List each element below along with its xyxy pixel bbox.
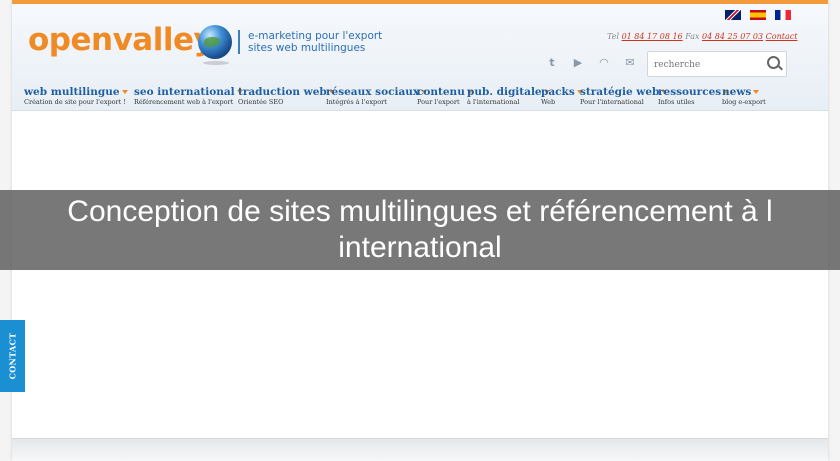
- nav-subtitle: Orientée SEO: [238, 98, 284, 106]
- flag-fr-icon[interactable]: [775, 10, 791, 20]
- social-icons: t ▶ ◠ ✉: [545, 57, 637, 69]
- twitter-icon[interactable]: t: [545, 57, 559, 69]
- search-box: [647, 51, 787, 77]
- nav-subtitle: Création de site pour l'export !: [24, 98, 126, 106]
- tagline: e-marketing pour l'export sites web mult…: [238, 30, 382, 54]
- nav-subtitle: Web: [541, 98, 556, 106]
- chevron-down-icon: [753, 90, 760, 94]
- contact-tab-label: CONTACT: [7, 332, 18, 380]
- nav-subtitle: Référencement web à l'export: [134, 98, 234, 106]
- nav-title: pub. digitale: [467, 86, 542, 98]
- nav-title: ressources: [658, 86, 722, 98]
- nav-item-contenu[interactable]: contenu Pour l'export: [417, 86, 473, 106]
- footer-bar: [12, 438, 828, 461]
- rss-icon[interactable]: ◠: [597, 57, 611, 69]
- chevron-down-icon: [121, 90, 128, 94]
- nav-title: news: [722, 86, 752, 98]
- banner-title: Conception de sites multilingues et réfé…: [67, 195, 773, 264]
- globe-shadow: [203, 61, 229, 65]
- nav-item-packs[interactable]: packs Web: [541, 86, 583, 106]
- nav-subtitle: blog e-export: [722, 98, 766, 106]
- youtube-icon[interactable]: ▶: [571, 57, 585, 69]
- nav-item-traduction-web[interactable]: traduction web Orientée SEO: [238, 86, 335, 106]
- nav-subtitle: à l'international: [467, 98, 520, 106]
- tel-label: Tel: [607, 32, 620, 41]
- contact-info: Tel 01 84 17 08 16 Fax 04 84 25 07 03 Co…: [607, 32, 797, 41]
- flag-uk-icon[interactable]: [725, 10, 741, 20]
- nav-title: web multilingue: [24, 86, 120, 98]
- tagline-line2: sites web multilingues: [248, 42, 366, 54]
- contact-link[interactable]: Contact: [766, 32, 798, 41]
- nav-item-web-multilingue[interactable]: web multilingue Création de site pour l'…: [24, 86, 128, 106]
- nav-subtitle: Pour l'export: [417, 98, 460, 106]
- flag-es-icon[interactable]: [750, 10, 766, 20]
- fax-number[interactable]: 04 84 25 07 03: [702, 32, 763, 41]
- nav-subtitle: Pour l'international: [580, 98, 644, 106]
- language-flags: [725, 10, 791, 20]
- site-logo[interactable]: openvalley: [28, 22, 214, 58]
- tagline-line1: e-marketing pour l'export: [248, 30, 383, 42]
- nav-item-strategie-web[interactable]: stratégie web Pour l'international: [580, 86, 668, 106]
- title-banner: Conception de sites multilingues et réfé…: [0, 190, 840, 270]
- search-input[interactable]: [648, 54, 770, 76]
- nav-item-pub-digitale[interactable]: pub. digitale à l'international: [467, 86, 550, 106]
- nav-title: réseaux sociaux: [326, 86, 420, 98]
- nav-title: traduction web: [238, 86, 327, 98]
- nav-item-ressources[interactable]: ressources Infos utiles: [658, 86, 730, 106]
- nav-item-news[interactable]: news blog e-export: [722, 86, 766, 106]
- nav-title: seo international: [134, 86, 235, 98]
- contact-tab[interactable]: CONTACT: [0, 320, 25, 392]
- nav-subtitle: Intégrés à l'export: [326, 98, 387, 106]
- nav-item-reseaux-sociaux[interactable]: réseaux sociaux Intégrés à l'export: [326, 86, 428, 106]
- nav-subtitle: Infos utiles: [658, 98, 695, 106]
- tel-number[interactable]: 01 84 17 08 16: [622, 32, 683, 41]
- fax-label: Fax: [685, 32, 700, 41]
- nav-title: packs: [541, 86, 575, 98]
- nav-title: contenu: [417, 86, 465, 98]
- nav-item-seo-international[interactable]: seo international Référencement web à l'…: [134, 86, 243, 106]
- search-icon[interactable]: [767, 56, 780, 69]
- globe-icon: [198, 25, 232, 59]
- nav-title: stratégie web: [580, 86, 660, 98]
- email-icon[interactable]: ✉: [623, 57, 637, 69]
